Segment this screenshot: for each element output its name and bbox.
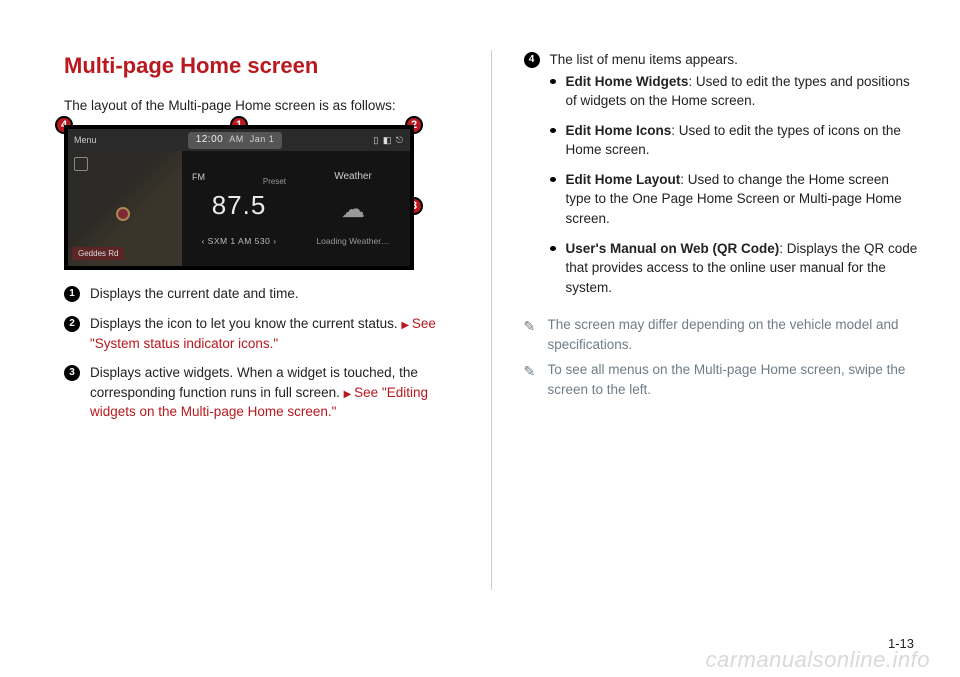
- compass-icon: [74, 157, 88, 171]
- radio-widget: FM Preset 87.5 ‹ SXM 1 AM 530 ›: [182, 151, 296, 266]
- menu-item-edit-layout: Edit Home Layout: Used to change the Hom…: [550, 170, 919, 229]
- callout-1-text: Displays the current date and time.: [90, 284, 299, 304]
- road-label: Geddes Rd: [72, 247, 124, 261]
- bullet-icon: [550, 79, 556, 84]
- callout-4: 4 The list of menu items appears. Edit H…: [524, 50, 919, 307]
- note-1-text: The screen may differ depending on the v…: [548, 315, 919, 354]
- bullet-icon: [550, 246, 556, 251]
- link-arrow-icon: ▶: [401, 320, 411, 331]
- status-icons: ▯ ◧ ⎋: [373, 134, 404, 147]
- weather-title: Weather: [334, 170, 372, 185]
- bullet-icon: [550, 128, 556, 133]
- callout-list-left: 1 Displays the current date and time. 2 …: [64, 284, 459, 421]
- intro-text: The layout of the Multi-page Home screen…: [64, 96, 459, 116]
- callout-3: 3 Displays active widgets. When a widget…: [64, 363, 459, 422]
- screenshot-figure: 1 2 3 4 Menu 12:00 AM Jan 1 ▯ ◧ ⎋: [64, 125, 414, 270]
- note-icon: ✎: [524, 361, 538, 399]
- radio-preset: Preset: [263, 176, 286, 188]
- bullet-icon: [550, 177, 556, 182]
- note-icon: ✎: [524, 316, 538, 354]
- menu-item-edit-widgets: Edit Home Widgets: Used to edit the type…: [550, 72, 919, 111]
- menu-item-qr-manual: User's Manual on Web (QR Code): Displays…: [550, 239, 919, 298]
- callout-number-3: 3: [64, 365, 80, 381]
- callout-2-text: Displays the icon to let you know the cu…: [90, 316, 398, 331]
- radio-tuner: ‹ SXM 1 AM 530 ›: [201, 235, 276, 247]
- callout-2: 2 Displays the icon to let you know the …: [64, 314, 459, 353]
- weather-loading: Loading Weather…: [316, 235, 389, 247]
- column-divider: [491, 50, 492, 590]
- callout-4-text: The list of menu items appears.: [550, 50, 919, 70]
- right-column: 4 The list of menu items appears. Edit H…: [524, 50, 919, 657]
- menu-item-edit-icons: Edit Home Icons: Used to edit the types …: [550, 121, 919, 160]
- map-widget: Geddes Rd: [68, 151, 182, 266]
- menu-items-list: Edit Home Widgets: Used to edit the type…: [550, 72, 919, 298]
- location-marker-icon: [116, 207, 130, 221]
- menu-item-1-title: Edit Home Widgets: [566, 74, 689, 89]
- weather-widget: Weather ☁ Loading Weather…: [296, 151, 410, 266]
- note-2: ✎ To see all menus on the Multi-page Hom…: [524, 360, 919, 399]
- left-column: Multi-page Home screen The layout of the…: [64, 50, 459, 657]
- menu-item-3-title: Edit Home Layout: [566, 172, 681, 187]
- radio-band: FM: [192, 171, 205, 184]
- callout-number-4: 4: [524, 52, 540, 68]
- home-screen-mock: Menu 12:00 AM Jan 1 ▯ ◧ ⎋ Geddes Rd: [64, 125, 414, 270]
- page-number: 1-13: [888, 636, 914, 651]
- callout-1: 1 Displays the current date and time.: [64, 284, 459, 304]
- note-2-text: To see all menus on the Multi-page Home …: [548, 360, 919, 399]
- clock: 12:00 AM Jan 1: [188, 132, 283, 149]
- menu-label: Menu: [74, 134, 97, 147]
- menu-item-2-title: Edit Home Icons: [566, 123, 672, 138]
- link-arrow-icon: ▶: [344, 389, 354, 400]
- note-1: ✎ The screen may differ depending on the…: [524, 315, 919, 354]
- radio-frequency: 87.5: [212, 187, 267, 225]
- menu-item-4-title: User's Manual on Web (QR Code): [566, 241, 780, 256]
- page-heading: Multi-page Home screen: [64, 50, 459, 82]
- weather-icon: ☁: [341, 193, 365, 228]
- callout-number-1: 1: [64, 286, 80, 302]
- callout-number-2: 2: [64, 316, 80, 332]
